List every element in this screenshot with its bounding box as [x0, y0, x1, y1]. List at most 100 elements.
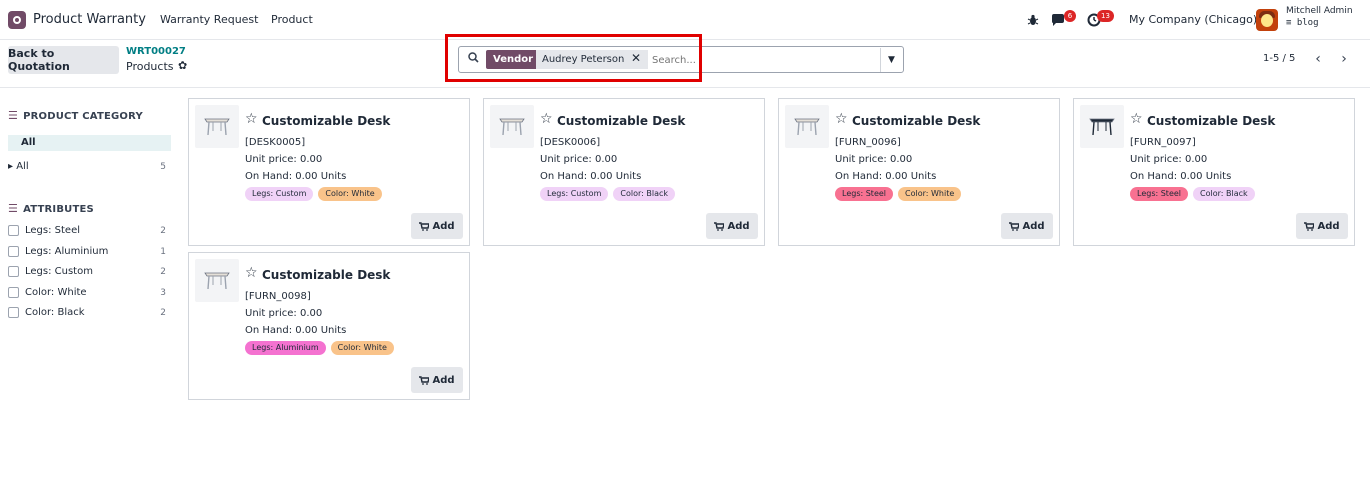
add-button[interactable]: Add: [411, 367, 463, 393]
product-price: Unit price: 0.00: [245, 308, 323, 319]
checkbox[interactable]: [8, 225, 19, 236]
attribute-tags: Legs: Steel Color: Black: [1130, 187, 1255, 201]
favorite-star-icon[interactable]: ☆: [1130, 111, 1143, 127]
add-button[interactable]: Add: [1296, 213, 1348, 239]
product-card[interactable]: ☆ Customizable Desk [FURN_0096] Unit pri…: [778, 98, 1060, 246]
breadcrumb-current: Products: [126, 60, 174, 73]
breadcrumb-ref[interactable]: WRT00027: [126, 46, 186, 57]
attribute-tags: Legs: Custom Color: White: [245, 187, 382, 201]
favorite-star-icon[interactable]: ☆: [835, 111, 848, 127]
attribute-tag: Legs: Aluminium: [245, 341, 326, 355]
product-price: Unit price: 0.00: [245, 154, 323, 165]
list-icon: ☰: [8, 202, 19, 215]
menu-product[interactable]: Product: [271, 13, 313, 26]
product-code: [FURN_0096]: [835, 137, 901, 148]
pager-previous-icon[interactable]: ‹: [1307, 47, 1329, 71]
pager-value[interactable]: 1-5 / 5: [1263, 53, 1295, 64]
product-name: Customizable Desk: [852, 114, 981, 128]
divider: [0, 87, 1370, 88]
category-all-active[interactable]: All: [8, 135, 171, 151]
attribute-legs-steel[interactable]: Legs: Steel 2: [8, 223, 171, 239]
add-button[interactable]: Add: [1001, 213, 1053, 239]
user-database: ≡ blog: [1286, 18, 1319, 28]
add-label: Add: [727, 220, 750, 232]
category-item-all[interactable]: ▸ All 5: [8, 159, 171, 175]
activity-badge: 13: [1097, 10, 1114, 22]
product-image: [785, 105, 829, 148]
search-options-toggle[interactable]: ▼: [880, 48, 902, 72]
caret-right-icon[interactable]: ▸: [8, 161, 16, 172]
attributes-heading: ☰ ATTRIBUTES: [8, 202, 94, 215]
product-code: [DESK0005]: [245, 137, 306, 148]
attribute-color-white[interactable]: Color: White 3: [8, 285, 171, 301]
app-logo-icon[interactable]: [8, 11, 26, 29]
attribute-legs-custom[interactable]: Legs: Custom 2: [8, 264, 171, 280]
pager-next-icon[interactable]: ›: [1333, 47, 1355, 71]
menu-warranty-request[interactable]: Warranty Request: [160, 13, 258, 26]
product-code: [FURN_0097]: [1130, 137, 1196, 148]
list-icon: ☰: [8, 109, 19, 122]
database-icon: ≡: [1286, 18, 1297, 28]
favorite-star-icon[interactable]: ☆: [245, 111, 258, 127]
product-image: [490, 105, 534, 148]
product-price: Unit price: 0.00: [1130, 154, 1208, 165]
cart-icon: [714, 221, 725, 231]
product-onhand: On Hand: 0.00 Units: [245, 171, 347, 182]
checkbox[interactable]: [8, 307, 19, 318]
cart-icon: [419, 221, 430, 231]
debug-bug-icon[interactable]: [1027, 12, 1039, 28]
attribute-tags: Legs: Aluminium Color: White: [245, 341, 394, 355]
attribute-tag: Color: White: [318, 187, 382, 201]
product-card[interactable]: ☆ Customizable Desk [DESK0006] Unit pric…: [483, 98, 765, 246]
product-code: [FURN_0098]: [245, 291, 311, 302]
company-switcher[interactable]: My Company (Chicago): [1129, 13, 1257, 26]
highlight-box: [445, 34, 702, 82]
product-name: Customizable Desk: [557, 114, 686, 128]
attribute-tag: Color: Black: [613, 187, 676, 201]
gear-icon[interactable]: ✿: [178, 59, 187, 72]
attribute-tag: Legs: Steel: [1130, 187, 1189, 201]
category-count: 5: [160, 162, 166, 172]
attribute-tag: Color: White: [330, 341, 394, 355]
add-button[interactable]: Add: [706, 213, 758, 239]
product-price: Unit price: 0.00: [835, 154, 913, 165]
chat-badge: 6: [1064, 10, 1076, 22]
user-avatar[interactable]: [1256, 9, 1278, 31]
product-onhand: On Hand: 0.00 Units: [245, 325, 347, 336]
favorite-star-icon[interactable]: ☆: [540, 111, 553, 127]
cart-icon: [1009, 221, 1020, 231]
product-name: Customizable Desk: [262, 114, 391, 128]
product-price: Unit price: 0.00: [540, 154, 618, 165]
checkbox[interactable]: [8, 287, 19, 298]
attribute-tag: Legs: Steel: [835, 187, 894, 201]
cart-icon: [1304, 221, 1315, 231]
add-button[interactable]: Add: [411, 213, 463, 239]
attribute-tag: Legs: Custom: [540, 187, 609, 201]
attribute-legs-aluminium[interactable]: Legs: Aluminium 1: [8, 244, 171, 260]
attribute-tags: Legs: Steel Color: White: [835, 187, 962, 201]
favorite-star-icon[interactable]: ☆: [245, 265, 258, 281]
product-code: [DESK0006]: [540, 137, 601, 148]
product-image: [1080, 105, 1124, 148]
attribute-color-black[interactable]: Color: Black 2: [8, 305, 171, 321]
back-to-quotation-button[interactable]: Back to Quotation: [8, 46, 119, 74]
product-image: [195, 259, 239, 302]
add-label: Add: [432, 374, 455, 386]
product-category-heading: ☰ PRODUCT CATEGORY: [8, 109, 143, 122]
product-name: Customizable Desk: [262, 268, 391, 282]
add-label: Add: [1317, 220, 1340, 232]
attribute-tag: Legs: Custom: [245, 187, 314, 201]
product-name: Customizable Desk: [1147, 114, 1276, 128]
add-label: Add: [1022, 220, 1045, 232]
checkbox[interactable]: [8, 246, 19, 257]
checkbox[interactable]: [8, 266, 19, 277]
attribute-tags: Legs: Custom Color: Black: [540, 187, 676, 201]
product-card[interactable]: ☆ Customizable Desk [DESK0005] Unit pric…: [188, 98, 470, 246]
user-name[interactable]: Mitchell Admin: [1286, 6, 1353, 16]
attribute-tag: Color: White: [898, 187, 962, 201]
add-label: Add: [432, 220, 455, 232]
product-image: [195, 105, 239, 148]
product-card[interactable]: ☆ Customizable Desk [FURN_0097] Unit pri…: [1073, 98, 1355, 246]
app-title[interactable]: Product Warranty: [33, 12, 146, 27]
product-card[interactable]: ☆ Customizable Desk [FURN_0098] Unit pri…: [188, 252, 470, 400]
